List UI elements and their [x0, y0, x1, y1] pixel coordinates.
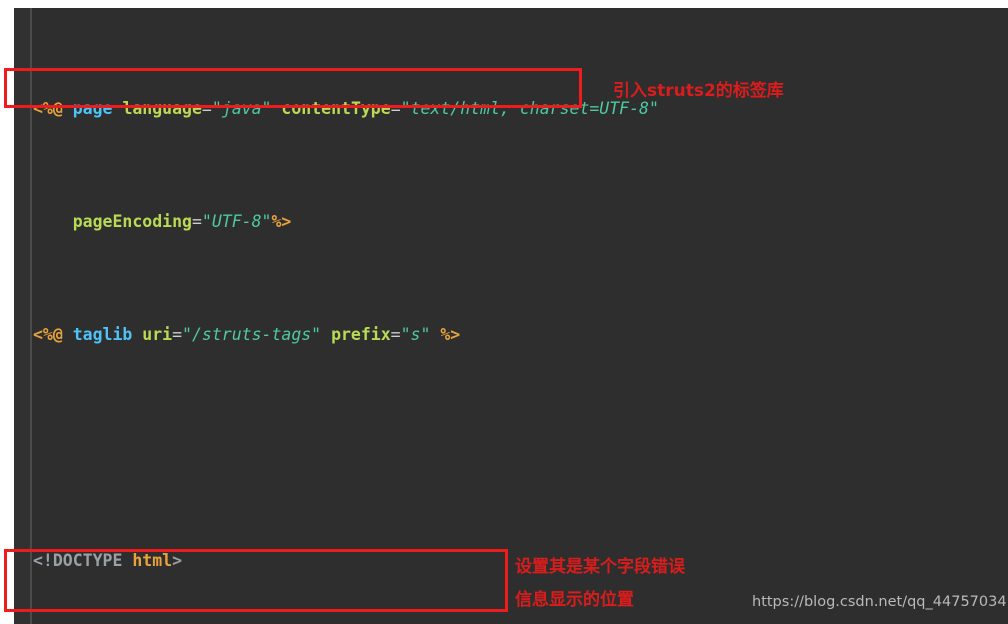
value-prefix: "s"	[400, 325, 431, 345]
annotation-text-taglib: 引入struts2的标签库	[613, 81, 784, 101]
code-line-2[interactable]: pageEncoding="UTF-8"%>	[33, 211, 1008, 234]
value-pageencoding: "UTF-8"	[201, 212, 272, 232]
attr-language: language	[122, 99, 202, 119]
doctype-name: html	[132, 551, 173, 571]
jsp-directive-open: <%@	[33, 99, 63, 119]
attr-pageencoding: pageEncoding	[72, 212, 192, 232]
code-line-3[interactable]: <%@ taglib uri="/struts-tags" prefix="s"…	[33, 324, 1008, 347]
jsp-taglib-close: %>	[440, 325, 461, 345]
csdn-watermark: https://blog.csdn.net/qq_44757034	[752, 594, 1007, 610]
jsp-taglib-name: taglib	[72, 325, 133, 345]
attr-prefix: prefix	[331, 325, 391, 345]
code-line-1[interactable]: <%@ page language="java" contentType="te…	[33, 98, 1008, 121]
doctype-open: <!DOCTYPE	[33, 551, 123, 571]
annotation-text-fielderror-line1: 设置其是某个字段错误	[515, 557, 685, 577]
value-contenttype: "text/html; charset=UTF-8"	[400, 99, 659, 119]
screenshot-root: <%@ page language="java" contentType="te…	[0, 0, 1008, 624]
annotation-text-fielderror-line2: 信息显示的位置	[515, 590, 634, 610]
jsp-directive-close: %>	[271, 212, 292, 232]
code-content[interactable]: <%@ page language="java" contentType="te…	[33, 8, 1008, 624]
attr-uri: uri	[142, 325, 173, 345]
jsp-directive-name: page	[72, 99, 113, 119]
jsp-taglib-open: <%@	[33, 325, 63, 345]
value-uri: "/struts-tags"	[182, 325, 322, 345]
value-language: "java"	[211, 99, 272, 119]
doctype-close: >	[172, 551, 183, 571]
code-line-4-blank[interactable]	[33, 437, 1008, 460]
attr-contenttype: contentType	[281, 99, 391, 119]
gutter-divider	[30, 8, 31, 624]
